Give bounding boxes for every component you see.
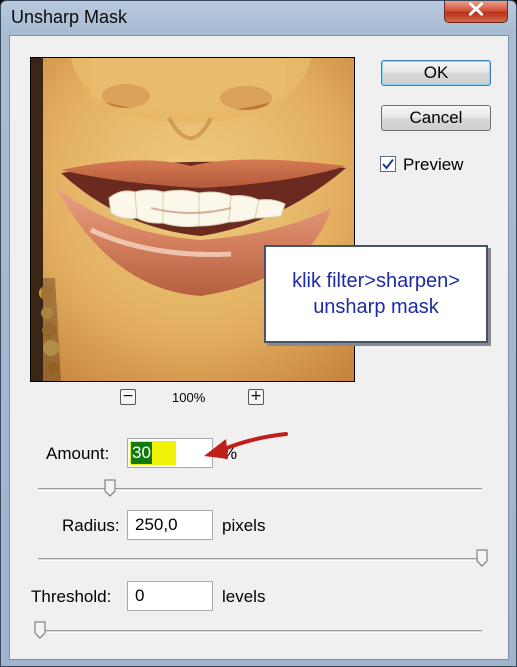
amount-slider-thumb[interactable] — [104, 479, 116, 497]
zoom-level: 100% — [172, 390, 206, 405]
radius-unit: pixels — [222, 516, 266, 535]
ok-button[interactable]: OK — [381, 60, 491, 86]
radius-slider-thumb[interactable] — [476, 549, 488, 567]
close-icon — [468, 2, 484, 16]
threshold-input[interactable]: 0 — [127, 581, 213, 611]
threshold-unit: levels — [222, 587, 266, 606]
callout-text: klik filter>sharpen> unsharp mask — [292, 270, 460, 318]
unsharp-mask-dialog: Unsharp Mask klik filter>sharpen> unshar… — [0, 0, 517, 667]
cancel-button[interactable]: Cancel — [381, 105, 491, 131]
amount-value: 30 — [131, 442, 152, 464]
zoom-in-button[interactable]: + — [248, 389, 264, 405]
radius-input[interactable]: 250,0 — [127, 510, 213, 540]
amount-label: Amount: — [46, 444, 110, 463]
close-button[interactable] — [444, 1, 508, 23]
radius-slider[interactable] — [38, 558, 482, 561]
dialog-body: klik filter>sharpen> unsharp mask OK Can… — [9, 35, 509, 660]
preview-label: Preview — [403, 155, 464, 174]
title-bar[interactable]: Unsharp Mask — [1, 1, 516, 33]
threshold-slider-thumb[interactable] — [34, 621, 46, 639]
instruction-callout: klik filter>sharpen> unsharp mask — [264, 245, 488, 343]
threshold-slider[interactable] — [38, 630, 482, 633]
dialog-title: Unsharp Mask — [11, 7, 128, 27]
radius-label: Radius: — [62, 516, 120, 535]
checkmark-icon — [382, 158, 394, 170]
zoom-out-button[interactable]: − — [120, 389, 136, 405]
threshold-label: Threshold: — [31, 587, 112, 606]
annotation-arrow — [204, 432, 288, 459]
preview-checkbox[interactable] — [380, 156, 396, 172]
